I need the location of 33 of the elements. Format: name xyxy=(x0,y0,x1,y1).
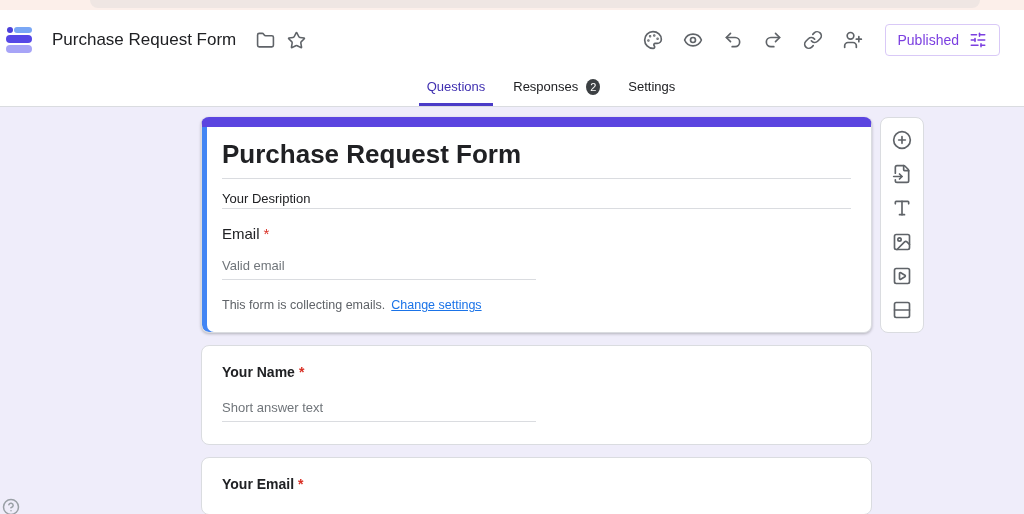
required-mark: * xyxy=(298,364,305,380)
count-badge: 2 xyxy=(586,78,601,95)
undo-icon[interactable] xyxy=(722,30,743,50)
folder-icon[interactable] xyxy=(256,30,276,50)
video-icon[interactable] xyxy=(892,266,912,286)
title-text-icon[interactable] xyxy=(892,198,912,218)
image-icon[interactable] xyxy=(892,232,912,252)
import-questions-icon[interactable] xyxy=(892,164,912,184)
required-mark: * xyxy=(298,476,304,492)
add-question-icon[interactable] xyxy=(892,130,912,150)
tab[interactable]: Responses 2 xyxy=(505,70,609,106)
question-title: Your Email * xyxy=(222,476,305,492)
required-mark: * xyxy=(263,225,270,242)
published-button[interactable]: Published xyxy=(884,24,1000,56)
email-notice: This form is collecting emails. Change settings xyxy=(222,298,483,312)
section-icon[interactable] xyxy=(892,300,912,320)
form-description: Your Desription xyxy=(222,179,851,209)
sliders-icon xyxy=(969,31,987,49)
eye-icon[interactable] xyxy=(682,30,703,50)
add-person-icon[interactable] xyxy=(842,30,863,50)
change-settings-link[interactable]: Change settings xyxy=(391,298,482,312)
form-heading: Purchase Request Form xyxy=(222,139,851,179)
star-icon[interactable] xyxy=(287,30,307,50)
tab[interactable]: Questions xyxy=(418,70,494,106)
form-logo xyxy=(4,25,34,55)
question-title: Your Name * xyxy=(222,364,306,380)
form-title: Purchase Request Form xyxy=(52,30,237,50)
tab[interactable]: Settings xyxy=(620,70,684,106)
link-icon[interactable] xyxy=(802,30,823,50)
question-title: Email * xyxy=(222,225,271,242)
palette-icon[interactable] xyxy=(642,30,663,50)
input-field[interactable]: Valid email xyxy=(222,252,536,280)
input-field[interactable]: Short answer text xyxy=(222,394,536,422)
